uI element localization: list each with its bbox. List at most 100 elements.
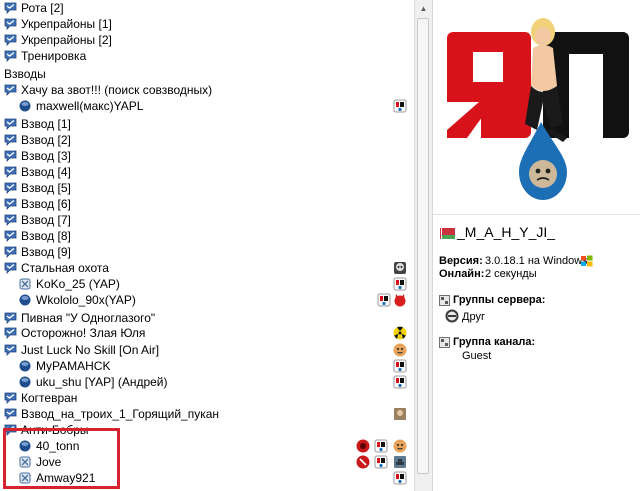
user-item[interactable]: MyPAMAHCK: [0, 358, 414, 374]
user-away-icon: [19, 456, 31, 468]
devil-badge-icon: [394, 294, 406, 307]
client-nickname: _M_A_H_Y_JI_: [457, 224, 556, 240]
channel-label: Когтевран: [21, 391, 78, 405]
channel-bubble-icon: [4, 34, 17, 46]
channel-bubble-icon: [4, 50, 17, 62]
logo-red-letter: [447, 32, 531, 138]
channel-item[interactable]: Анти-Бобры: [0, 422, 414, 438]
channel-item[interactable]: Взвод [1]: [0, 116, 414, 132]
channel-label: Just Luck No Skill [On Air]: [21, 343, 160, 357]
channel-bubble-icon: [4, 182, 17, 194]
mute-badge-icon: [356, 455, 370, 469]
channel-item[interactable]: Тренировка: [0, 48, 414, 64]
channel-item[interactable]: Укрепрайоны [2]: [0, 32, 414, 48]
user-item[interactable]: Jove: [0, 454, 414, 470]
channel-item[interactable]: Стальная охота: [0, 260, 414, 276]
user-label: Jove: [36, 455, 62, 469]
channel-item[interactable]: Взвод [3]: [0, 148, 414, 164]
channel-bubble-icon: [4, 166, 17, 178]
channel-bubble-icon: [4, 150, 17, 162]
stop-badge-icon: [356, 439, 370, 453]
user-item[interactable]: uku_shu [YAP] (Андрей): [0, 374, 414, 390]
user-item[interactable]: maxwell(макс)YAPL: [0, 98, 414, 114]
user-away-icon: [19, 472, 31, 484]
channel-bubble-icon: [4, 230, 17, 242]
channel-label: Взвод [1]: [21, 117, 71, 131]
version-label: Версия:: [439, 255, 483, 267]
channel-item[interactable]: Взвод [9]: [0, 244, 414, 260]
channel-item[interactable]: Взвод [2]: [0, 132, 414, 148]
user-label: MyPAMAHCK: [36, 359, 111, 373]
channel-bubble-icon: [4, 118, 17, 130]
server-groups-icon: [439, 295, 450, 306]
user-label: 40_tonn: [36, 439, 80, 453]
channel-item[interactable]: Взвод_на_троих_1_Горящий_пукан: [0, 406, 414, 422]
channel-group-name: Guest: [462, 350, 492, 362]
friend-group-icon: [445, 309, 459, 323]
user-label: uku_shu [YAP] (Андрей): [36, 375, 168, 389]
channel-item[interactable]: Пивная "У Одноглазого": [0, 310, 414, 326]
scroll-up-arrow-icon[interactable]: ▲: [415, 0, 432, 17]
channel-item[interactable]: Укрепрайоны [1]: [0, 16, 414, 32]
channel-bubble-icon: [4, 246, 17, 258]
yapl-badge-icon: [377, 293, 391, 307]
channel-item[interactable]: Хачу ва звот!!! (поиск совзводных): [0, 82, 414, 98]
channel-label: Взвод [5]: [21, 181, 71, 195]
channel-item[interactable]: Взвод [4]: [0, 164, 414, 180]
info-divider: [433, 214, 640, 215]
yapl-badge-icon: [374, 439, 388, 453]
user-item[interactable]: Amway921: [0, 470, 414, 486]
windows-logo-icon: [581, 255, 593, 267]
channel-label: Пивная "У Одноглазого": [21, 311, 156, 325]
channel-bubble-icon: [4, 344, 17, 356]
channel-label: Взвод [4]: [21, 165, 71, 179]
channel-item[interactable]: Осторожно! Злая Юля: [0, 325, 414, 341]
user-item[interactable]: 40_tonn: [0, 438, 414, 454]
tree-scrollbar[interactable]: ▲: [414, 0, 432, 491]
channel-item[interactable]: Взвод [6]: [0, 196, 414, 212]
channel-item[interactable]: Just Luck No Skill [On Air]: [0, 342, 414, 358]
channel-item[interactable]: Рота [2]: [0, 0, 414, 16]
section-header[interactable]: Взводы: [0, 66, 414, 82]
channel-item[interactable]: Взвод [5]: [0, 180, 414, 196]
channel-item[interactable]: Взвод [7]: [0, 212, 414, 228]
yapl-badge-icon: [393, 99, 407, 113]
user-label: maxwell(макс)YAPL: [36, 99, 144, 113]
channel-item[interactable]: Взвод [8]: [0, 228, 414, 244]
channel-bubble-icon: [4, 84, 17, 96]
user-item[interactable]: KoKo_25 (YAP): [0, 276, 414, 292]
channel-bubble-icon: [4, 408, 17, 420]
channel-label: Осторожно! Злая Юля: [21, 326, 146, 340]
face-badge-icon: [393, 439, 407, 453]
channel-bubble-icon: [4, 262, 17, 274]
channel-bubble-icon: [4, 312, 17, 324]
user-status-icon: [19, 376, 31, 388]
yapl-badge-icon: [393, 359, 407, 373]
user-item[interactable]: Wkololo_90x(YAP): [0, 292, 414, 308]
photo-badge-icon: [394, 408, 406, 420]
channel-label: Взвод [6]: [21, 197, 71, 211]
channel-item[interactable]: Когтевран: [0, 390, 414, 406]
channel-group-icon: [439, 337, 450, 348]
user-label: Amway921: [36, 471, 96, 485]
channel-label: Взвод [7]: [21, 213, 71, 227]
channel-label: Укрепрайоны [2]: [21, 33, 112, 47]
channel-tree[interactable]: Рота [2] Укрепрайоны [1] Укрепрайоны [2] Тр…: [0, 0, 414, 491]
client-info-panel: _M_A_H_Y_JI_ Версия: 3.0.18.1 на Windows…: [432, 0, 640, 491]
channel-label: Хачу ва звот!!! (поиск совзводных): [21, 83, 213, 97]
channel-label: Укрепрайоны [1]: [21, 17, 112, 31]
channel-label: Тренировка: [21, 49, 87, 63]
user-label: KoKo_25 (YAP): [36, 277, 120, 291]
user-status-icon: [19, 360, 31, 372]
channel-label: Взвод [2]: [21, 133, 71, 147]
server-logo: [447, 18, 629, 200]
scroll-thumb[interactable]: [417, 18, 429, 474]
online-value: 2 секунды: [485, 268, 537, 280]
channel-bubble-icon: [4, 2, 17, 14]
online-label: Онлайн:: [439, 268, 485, 280]
channel-label: Взвод_на_троих_1_Горящий_пукан: [21, 407, 220, 421]
channel-bubble-icon: [4, 18, 17, 30]
server-group-name: Друг: [462, 311, 485, 323]
radiation-badge-icon: [393, 326, 407, 340]
channel-label: Взвод [3]: [21, 149, 71, 163]
